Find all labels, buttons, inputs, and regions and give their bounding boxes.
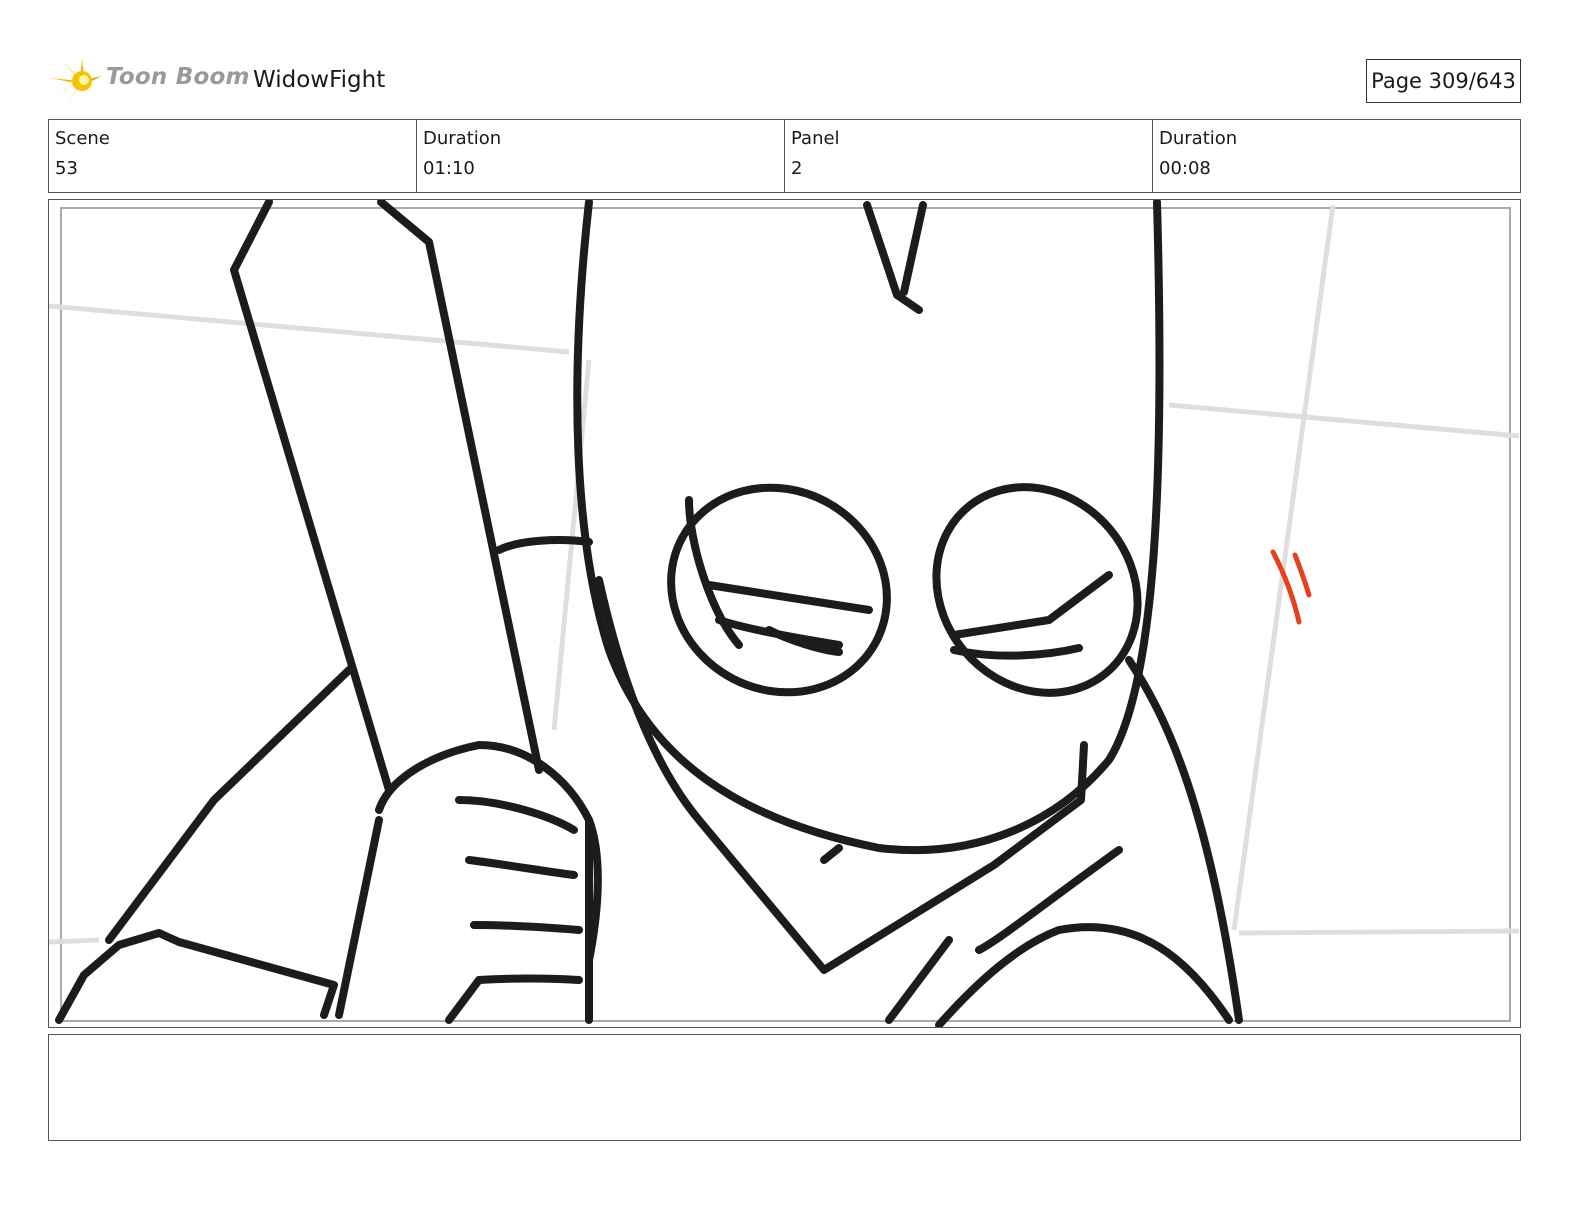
panel-label: Panel — [791, 128, 840, 149]
panel-cell: Panel 2 — [784, 120, 1152, 192]
logo-text: Toon Boom — [106, 64, 250, 90]
safe-frame — [60, 207, 1511, 1022]
scene-info-table: Scene 53 Duration 01:10 Panel 2 Duration… — [48, 119, 1521, 193]
scene-label: Scene — [55, 128, 110, 149]
panel-duration-label: Duration — [1159, 128, 1238, 149]
panel-value: 2 — [791, 158, 803, 179]
storyboard-page: Toon Boom WidowFight Page 309/643 Scene … — [0, 0, 1584, 1224]
storyboard-sketch — [49, 200, 1520, 1027]
scene-duration-label: Duration — [423, 128, 502, 149]
character-sketch — [55, 200, 1243, 1027]
panel-duration-cell: Duration 00:08 — [1152, 120, 1520, 192]
page-header: Toon Boom WidowFight Page 309/643 — [48, 56, 1521, 106]
project-title: WidowFight — [253, 67, 386, 93]
scene-duration-cell: Duration 01:10 — [416, 120, 784, 192]
scene-duration-value: 01:10 — [423, 158, 475, 179]
panel-image — [48, 199, 1521, 1028]
background-guide-lines — [49, 204, 1520, 945]
toon-boom-logo: Toon Boom — [50, 56, 250, 106]
scene-cell: Scene 53 — [49, 120, 416, 192]
starburst-icon — [50, 58, 102, 104]
scene-value: 53 — [55, 158, 78, 179]
page-number: Page 309/643 — [1366, 59, 1521, 103]
panel-duration-value: 00:08 — [1159, 158, 1211, 179]
notes-box — [48, 1034, 1521, 1141]
